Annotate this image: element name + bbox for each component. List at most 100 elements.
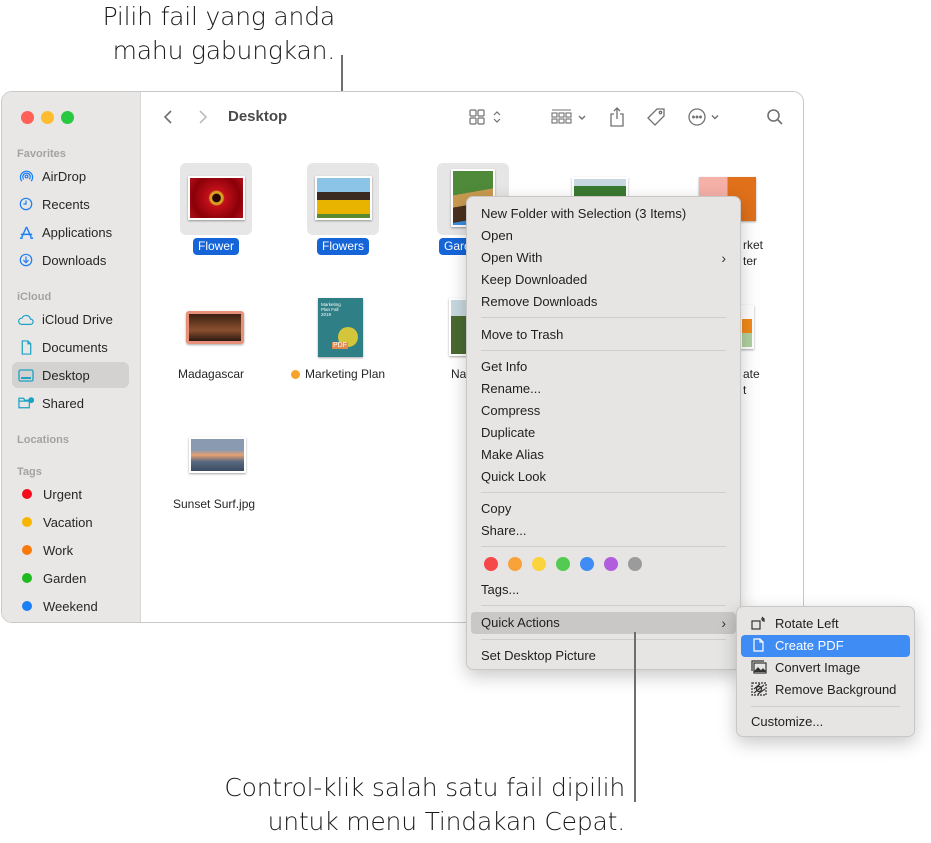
tag-color-blue[interactable]: [580, 557, 594, 571]
sidebar-item-recents[interactable]: Recents: [12, 191, 129, 217]
tag-color-yellow[interactable]: [532, 557, 546, 571]
sidebar-item-label: AirDrop: [42, 168, 87, 184]
pdf-cover-text: Marketing Plan Fall 2019: [321, 302, 341, 317]
more-actions-button[interactable]: [686, 105, 726, 129]
menu-item-label: Remove Background: [775, 682, 897, 697]
sidebar-item-documents[interactable]: Documents: [12, 334, 129, 360]
menu-item-customize[interactable]: Customize...: [741, 711, 910, 733]
group-by-icon: [551, 109, 586, 124]
sidebar-heading-locations: Locations: [17, 434, 69, 446]
sidebar-item-downloads[interactable]: Downloads: [12, 247, 129, 273]
menu-item-share[interactable]: Share...: [471, 520, 736, 542]
menu-item-tags[interactable]: Tags...: [471, 579, 736, 601]
menu-item-open-with[interactable]: Open With ›: [471, 247, 736, 269]
marketing-plan-thumbnail: Marketing Plan Fall 2019 PDF: [318, 298, 363, 357]
group-by-button[interactable]: [550, 105, 590, 129]
window-title: Desktop: [228, 108, 288, 125]
callout-select-files: Pilih fail yang anda mahu gabungkan.: [60, 0, 336, 68]
remove-background-icon: [751, 682, 767, 696]
rotate-left-icon: [751, 616, 765, 630]
sidebar-item-label: Downloads: [42, 252, 107, 268]
sidebar-tag-urgent[interactable]: Urgent: [12, 481, 129, 507]
sunset-surf-thumbnail: [189, 437, 246, 473]
file-name-label: ate: [743, 367, 760, 381]
sidebar-item-applications[interactable]: Applications: [12, 219, 129, 245]
menu-item-create-pdf[interactable]: Create PDF: [741, 635, 910, 657]
tag-color-dot: [22, 545, 32, 555]
minimize-button[interactable]: [41, 111, 54, 124]
chevron-right-icon: ›: [721, 250, 726, 266]
file-name-label: Sunset Surf.jpg: [173, 497, 256, 511]
sidebar-item-airdrop[interactable]: AirDrop: [12, 163, 129, 189]
share-button[interactable]: [606, 105, 628, 129]
callout-line: Control-klik salah satu fail dipilih: [224, 773, 625, 802]
sidebar-item-label: Documents: [42, 339, 108, 355]
file-name-label: rket: [743, 238, 764, 252]
file-name-label: Flowers: [317, 238, 370, 255]
file-name-label: Na: [451, 367, 467, 381]
convert-image-icon: [751, 660, 767, 674]
tag-color-red[interactable]: [484, 557, 498, 571]
tag-button[interactable]: [644, 105, 668, 129]
clock-icon: [18, 196, 34, 212]
menu-item-quick-look[interactable]: Quick Look: [471, 466, 736, 488]
sidebar-tag-weekend[interactable]: Weekend: [12, 593, 129, 619]
menu-item-get-info[interactable]: Get Info: [471, 356, 736, 378]
pdf-badge: PDF: [332, 342, 348, 349]
file-name-label: t: [743, 383, 747, 397]
share-icon: [610, 107, 624, 127]
tag-color-gray[interactable]: [628, 557, 642, 571]
forward-button[interactable]: [193, 105, 213, 129]
menu-item-label: Rotate Left: [775, 616, 839, 631]
flower-thumbnail: [188, 176, 245, 220]
sidebar-item-label: iCloud Drive: [42, 311, 113, 327]
menu-item-remove-background[interactable]: Remove Background: [741, 679, 910, 701]
tag-color-picker: [484, 557, 644, 571]
sidebar-tag-garden[interactable]: Garden: [12, 565, 129, 591]
sidebar-item-shared[interactable]: Shared: [12, 390, 129, 416]
menu-separator: [481, 350, 726, 351]
download-icon: [18, 252, 34, 268]
sidebar-item-icloud-drive[interactable]: iCloud Drive: [12, 306, 129, 332]
tag-color-purple[interactable]: [604, 557, 618, 571]
tag-color-orange[interactable]: [508, 557, 522, 571]
menu-item-rename[interactable]: Rename...: [471, 378, 736, 400]
close-button[interactable]: [21, 111, 34, 124]
applications-icon: [18, 224, 34, 240]
back-button[interactable]: [158, 105, 178, 129]
menu-item-open[interactable]: Open: [471, 225, 736, 247]
tag-color-green[interactable]: [556, 557, 570, 571]
menu-item-keep-downloaded[interactable]: Keep Downloaded: [471, 269, 736, 291]
sidebar: Favorites AirDrop Recents Applications D…: [2, 92, 141, 622]
menu-item-label: Open With: [481, 250, 543, 265]
sidebar-item-label: Weekend: [43, 598, 98, 614]
menu-item-convert-image[interactable]: Convert Image: [741, 657, 910, 679]
menu-item-label: Convert Image: [775, 660, 861, 675]
menu-item-copy[interactable]: Copy: [471, 498, 736, 520]
menu-item-move-to-trash[interactable]: Move to Trash: [471, 324, 736, 346]
zoom-button[interactable]: [61, 111, 74, 124]
file-name-label: Madagascar: [178, 367, 245, 381]
menu-item-rotate-left[interactable]: Rotate Left: [741, 613, 910, 635]
view-mode-button[interactable]: [468, 105, 506, 129]
search-button[interactable]: [764, 105, 786, 129]
sidebar-tag-vacation[interactable]: Vacation: [12, 509, 129, 535]
desktop-icon: [18, 367, 34, 383]
flowers-thumbnail: [315, 176, 372, 220]
menu-item-quick-actions[interactable]: Quick Actions ›: [471, 612, 736, 634]
context-menu: New Folder with Selection (3 Items) Open…: [466, 196, 741, 670]
tag-color-dot: [22, 573, 32, 583]
menu-item-compress[interactable]: Compress: [471, 400, 736, 422]
callout-quick-actions: Control-klik salah satu fail dipilih unt…: [160, 771, 625, 839]
menu-item-set-desktop-picture[interactable]: Set Desktop Picture: [471, 645, 736, 667]
sidebar-item-label: Recents: [42, 196, 90, 212]
airdrop-icon: [18, 168, 34, 184]
menu-item-new-folder-with-selection[interactable]: New Folder with Selection (3 Items): [471, 203, 736, 225]
menu-item-make-alias[interactable]: Make Alias: [471, 444, 736, 466]
menu-item-duplicate[interactable]: Duplicate: [471, 422, 736, 444]
icon-grid-icon: [469, 109, 501, 125]
sidebar-tag-work[interactable]: Work: [12, 537, 129, 563]
menu-item-remove-downloads[interactable]: Remove Downloads: [471, 291, 736, 313]
callout-leader-line: [634, 632, 636, 802]
sidebar-item-desktop[interactable]: Desktop: [12, 362, 129, 388]
